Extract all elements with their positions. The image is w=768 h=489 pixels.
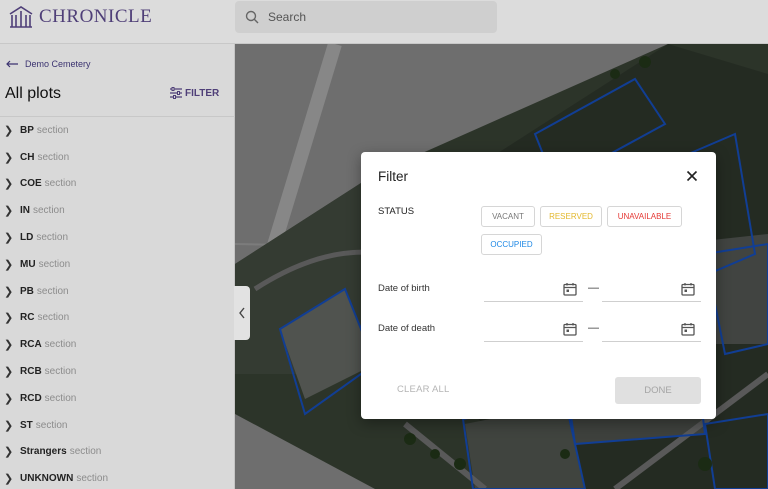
status-chip-vacant[interactable]: VACANT	[481, 206, 535, 227]
chevron-right-icon: ❯	[4, 285, 14, 298]
range-separator: —	[588, 322, 599, 334]
section-code: RCA	[20, 339, 42, 351]
collapse-sidebar-button[interactable]	[234, 286, 250, 340]
date-of-death-label: Date of death	[378, 323, 436, 334]
section-suffix: section	[33, 205, 65, 217]
section-code: PB	[20, 285, 34, 297]
filter-button[interactable]: FILTER	[169, 87, 219, 99]
section-suffix: section	[69, 446, 102, 458]
calendar-icon	[563, 283, 577, 296]
section-code: RCB	[20, 366, 42, 378]
birth-date-from-field[interactable]	[484, 278, 583, 302]
section-item-pb[interactable]: ❯ PB section	[0, 278, 235, 305]
section-item-in[interactable]: ❯ IN section	[0, 197, 235, 224]
section-item-coe[interactable]: ❯ COE section	[0, 171, 235, 198]
back-to-cemetery-link[interactable]: Demo Cemetery	[6, 59, 91, 69]
chevron-right-icon: ❯	[4, 232, 14, 245]
section-item-st[interactable]: ❯ ST section	[0, 412, 235, 439]
filter-button-label: FILTER	[185, 87, 220, 99]
chevron-right-icon: ❯	[4, 151, 14, 164]
section-suffix: section	[36, 285, 69, 297]
section-suffix: section	[44, 366, 77, 378]
chevron-left-icon	[239, 307, 245, 319]
section-suffix: section	[37, 312, 70, 324]
close-button[interactable]	[684, 168, 700, 184]
section-suffix: section	[44, 178, 77, 190]
sidebar: Demo Cemetery All plots FILTER ❯ BP sectio…	[0, 44, 235, 489]
calendar-icon	[681, 283, 695, 296]
calendar-icon	[681, 323, 695, 336]
search-placeholder: Search	[268, 10, 307, 24]
section-suffix: section	[35, 419, 68, 431]
death-date-from-field[interactable]	[484, 318, 583, 342]
back-link-label: Demo Cemetery	[25, 59, 91, 69]
chevron-right-icon: ❯	[4, 258, 14, 271]
chevron-right-icon: ❯	[4, 392, 14, 405]
section-suffix: section	[37, 151, 70, 163]
chevron-right-icon: ❯	[4, 178, 14, 191]
section-item-rcb[interactable]: ❯ RCB section	[0, 358, 235, 385]
section-code: LD	[20, 232, 34, 244]
death-date-to-field[interactable]	[602, 318, 701, 342]
status-label: STATUS	[378, 206, 415, 217]
section-code: UNKNOWN	[20, 473, 74, 485]
chevron-right-icon: ❯	[4, 419, 14, 432]
section-code: RCD	[20, 392, 42, 404]
chevron-right-icon: ❯	[4, 205, 14, 218]
section-code: MU	[20, 258, 36, 270]
section-item-ch[interactable]: ❯ CH section	[0, 144, 235, 171]
range-separator: —	[588, 282, 599, 294]
chevron-right-icon: ❯	[4, 312, 14, 325]
page-title: All plots	[5, 85, 62, 102]
date-of-birth-label: Date of birth	[378, 283, 430, 294]
status-chip-unavailable[interactable]: UNAVAILABLE	[607, 206, 682, 227]
section-item-rca[interactable]: ❯ RCA section	[0, 331, 235, 358]
status-chip-occupied[interactable]: OCCUPIED	[481, 234, 542, 255]
section-suffix: section	[38, 258, 71, 270]
section-item-rcd[interactable]: ❯ RCD section	[0, 385, 235, 412]
app-logo[interactable]: CHRONICLE	[8, 5, 152, 29]
section-item-strangers[interactable]: ❯ Strangers section	[0, 439, 235, 466]
done-button[interactable]: DONE	[615, 377, 701, 404]
logo-icon	[9, 6, 33, 28]
section-item-unknown[interactable]: ❯ UNKNOWN section	[0, 465, 235, 489]
section-suffix: section	[36, 124, 69, 136]
birth-date-to-field[interactable]	[602, 278, 701, 302]
chevron-right-icon: ❯	[4, 339, 14, 352]
section-suffix: section	[76, 473, 109, 485]
section-code: BP	[20, 124, 34, 136]
clear-all-button[interactable]: CLEAR ALL	[397, 384, 450, 395]
chevron-right-icon: ❯	[4, 446, 14, 459]
filter-dialog-title: Filter	[378, 169, 408, 184]
section-item-ld[interactable]: ❯ LD section	[0, 224, 235, 251]
section-suffix: section	[44, 392, 77, 404]
section-item-bp[interactable]: ❯ BP section	[0, 117, 235, 144]
chevron-right-icon: ❯	[4, 124, 14, 137]
filter-dialog: Filter STATUS VACANT RESERVED UNAVAILABL…	[361, 152, 716, 419]
section-code: ST	[20, 419, 33, 431]
section-code: COE	[20, 178, 42, 190]
status-chip-reserved[interactable]: RESERVED	[540, 206, 602, 227]
filter-sliders-icon	[170, 87, 182, 99]
top-bar: CHRONICLE Search	[0, 0, 768, 44]
section-item-rc[interactable]: ❯ RC section	[0, 305, 235, 332]
section-item-mu[interactable]: ❯ MU section	[0, 251, 235, 278]
section-suffix: section	[44, 339, 77, 351]
app-name: CHRONICLE	[39, 6, 153, 27]
calendar-icon	[563, 323, 577, 336]
section-suffix: section	[36, 232, 69, 244]
close-icon	[686, 170, 698, 182]
search-input[interactable]: Search	[235, 1, 497, 33]
section-code: IN	[20, 205, 30, 217]
section-code: Strangers	[20, 446, 67, 458]
section-code: CH	[20, 151, 35, 163]
section-list: ❯ BP section ❯ CH section ❯ COE section ❯ IN sec…	[0, 117, 235, 489]
search-icon	[245, 10, 259, 24]
chevron-right-icon: ❯	[4, 473, 14, 486]
chevron-right-icon: ❯	[4, 366, 14, 379]
section-code: RC	[20, 312, 35, 324]
arrow-left-icon	[6, 60, 18, 68]
